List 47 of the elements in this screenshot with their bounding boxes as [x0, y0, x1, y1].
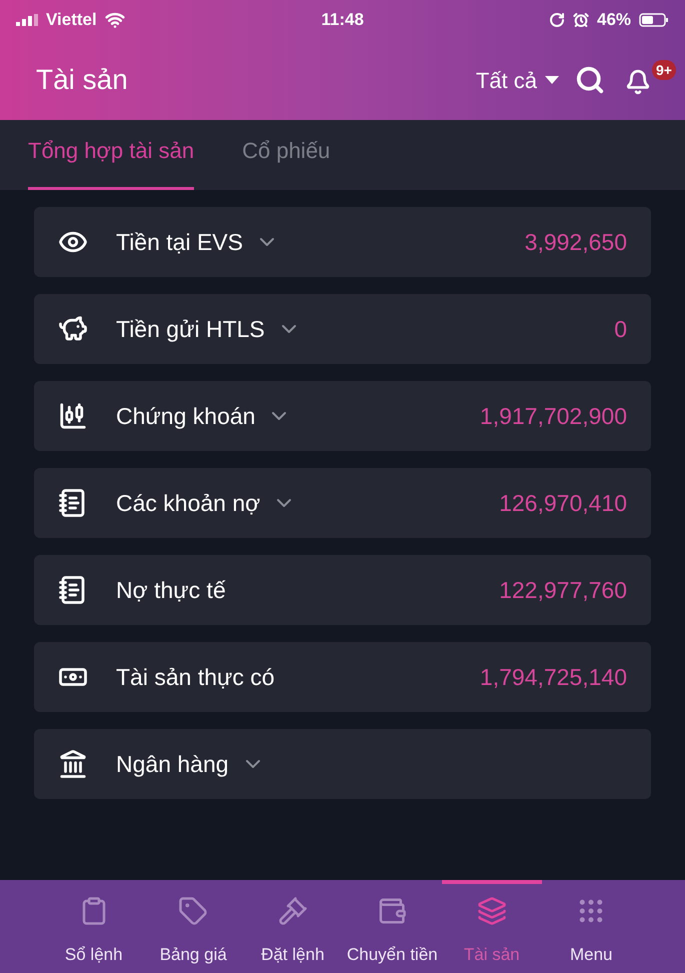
asset-value: 1,794,725,140 [480, 662, 627, 692]
asset-label: Các khoản nợ [116, 488, 260, 518]
nav-tab[interactable]: Bảng giá [144, 880, 243, 973]
page-title: Tài sản [36, 63, 129, 97]
notification-badge: 9+ [652, 60, 676, 80]
carrier-name: Viettel [46, 9, 97, 32]
filter-dropdown[interactable]: Tất cả [476, 64, 559, 96]
nav-tab[interactable]: Chuyển tiền [342, 880, 442, 973]
asset-label: Ngân hàng [116, 750, 229, 779]
asset-value: 122,977,760 [499, 576, 627, 605]
bank-icon [58, 749, 88, 779]
rotation-lock-icon [548, 12, 565, 28]
asset-row[interactable]: Ngân hàng [34, 729, 651, 799]
asset-label: Tiền gửi HTLS [116, 314, 265, 344]
asset-label: Chứng khoán [116, 402, 256, 431]
nav-tab[interactable]: Đặt lệnh [243, 880, 342, 973]
clock-time: 11:48 [320, 9, 365, 32]
asset-row[interactable]: Tài sản thực có 1,794,725,140 [34, 642, 651, 712]
nav-tab[interactable]: Menu [542, 880, 641, 973]
candlestick-icon [58, 401, 88, 431]
asset-value: 0 [614, 314, 627, 344]
asset-row[interactable]: Nợ thực tế 122,977,760 [34, 555, 651, 625]
asset-row[interactable]: Chứng khoán 1,917,702,900 [34, 381, 651, 451]
search-button[interactable] [575, 65, 605, 95]
tab[interactable]: Cổ phiếu [242, 134, 330, 190]
notification-button[interactable] [625, 68, 651, 96]
cards-icon [476, 896, 507, 926]
asset-value: 126,970,410 [499, 488, 627, 518]
asset-row[interactable]: Các khoản nợ 126,970,410 [34, 468, 651, 538]
tag-icon [178, 896, 208, 926]
wifi-icon [104, 10, 125, 30]
tab[interactable]: Tổng hợp tài sản [28, 134, 194, 190]
signal-icon [16, 14, 38, 26]
asset-value: 1,917,702,900 [480, 402, 627, 431]
asset-row[interactable]: Tiền tại EVS 3,992,650 [34, 207, 651, 277]
asset-label: Tài sản thực có [116, 662, 275, 692]
gavel-icon [278, 896, 308, 926]
wallet-icon [377, 896, 408, 926]
alarm-icon [572, 12, 589, 28]
battery-icon [639, 13, 670, 27]
battery-percent: 46% [596, 9, 632, 32]
asset-row[interactable]: Tiền gửi HTLS 0 [34, 294, 651, 364]
asset-value: 3,992,650 [524, 228, 627, 257]
asset-label: Nợ thực tế [116, 576, 226, 605]
asset-label: Tiền tại EVS [116, 228, 243, 257]
caret-icon [545, 76, 559, 84]
nav-tab[interactable]: Sổ lệnh [44, 880, 144, 973]
